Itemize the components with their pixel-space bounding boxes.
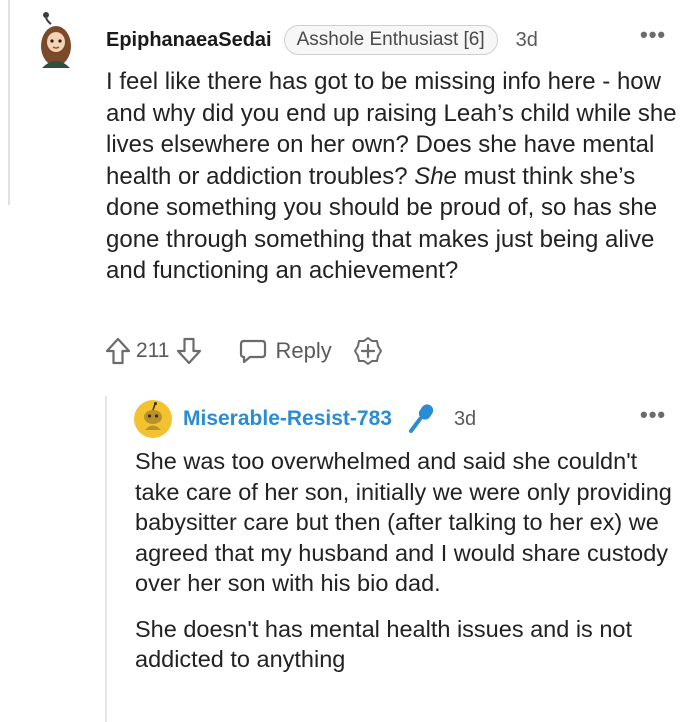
reply-paragraph: She doesn't has mental health issues and… bbox=[135, 615, 632, 673]
reply-meta: Miserable-Resist-783 3d bbox=[183, 403, 476, 435]
reply-button[interactable]: Reply bbox=[239, 337, 332, 365]
downvote-arrow-icon[interactable] bbox=[175, 336, 203, 366]
avatar[interactable] bbox=[34, 10, 78, 70]
thread-line bbox=[8, 0, 10, 205]
comment-body: I feel like there has got to be missing … bbox=[106, 66, 686, 287]
more-options-icon[interactable]: ••• bbox=[640, 24, 666, 46]
username[interactable]: EpiphanaeaSedai bbox=[106, 29, 272, 52]
timestamp: 3d bbox=[453, 407, 477, 430]
speech-bubble-icon bbox=[239, 337, 267, 365]
timestamp: 3d bbox=[515, 28, 538, 51]
comment-thread: EpiphanaeaSedai Asshole Enthusiast [6] 3… bbox=[0, 0, 700, 722]
reply-body: She was too overwhelmed and said she cou… bbox=[135, 446, 680, 675]
upvote-arrow-icon[interactable] bbox=[104, 336, 132, 366]
user-flair: Asshole Enthusiast [6] bbox=[283, 25, 498, 55]
reply-label: Reply bbox=[275, 338, 332, 363]
more-options-icon[interactable]: ••• bbox=[640, 404, 666, 426]
reply-thread-line[interactable] bbox=[105, 396, 107, 722]
reply-paragraph: She was too overwhelmed and said she cou… bbox=[135, 448, 672, 596]
comment-actions: 211 Reply bbox=[104, 334, 384, 368]
comment-text-italic: She bbox=[414, 162, 457, 190]
microphone-icon bbox=[406, 402, 438, 436]
op-username[interactable]: Miserable-Resist-783 bbox=[183, 407, 392, 431]
vote-score: 211 bbox=[136, 339, 170, 362]
award-plus-icon[interactable] bbox=[352, 335, 384, 367]
avatar[interactable] bbox=[133, 399, 173, 439]
comment-meta: EpiphanaeaSedai Asshole Enthusiast [6] 3… bbox=[106, 24, 538, 56]
